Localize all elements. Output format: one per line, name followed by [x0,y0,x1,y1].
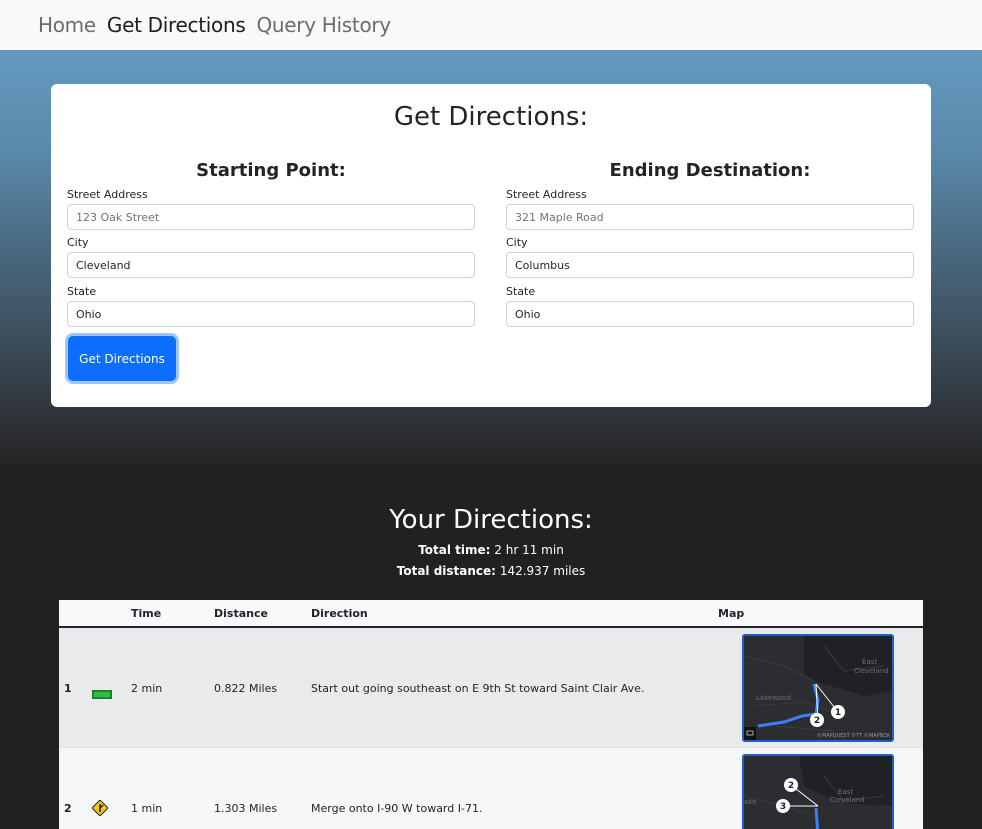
step-time: 1 min [131,802,163,815]
step-direction: Start out going southeast on E 9th St to… [311,682,645,695]
step-time: 2 min [131,682,163,695]
map-label: Cleveland [854,667,889,675]
ending-destination-heading: Ending Destination: [609,160,811,181]
nav-query-history[interactable]: Query History [256,13,391,37]
total-distance: Total distance: 142.937 miles [0,564,982,578]
total-distance-label: Total distance: [396,564,496,578]
step-map-thumbnail[interactable]: East Cleveland Lakewood 1 2 ©MAPQUEST ©T… [742,634,894,742]
total-distance-value: 142.937 miles [499,564,586,578]
navbar: Home Get Directions Query History [0,0,982,50]
start-street-input[interactable] [67,204,475,230]
start-street-label: Street Address [67,188,148,201]
directions-form-card: Get Directions: Starting Point: Street A… [51,84,931,407]
step-direction: Merge onto I-90 W toward I-71. [311,802,483,815]
starting-point-heading: Starting Point: [196,160,346,181]
end-city-input[interactable] [506,252,914,278]
total-time-label: Total time: [418,543,491,557]
step-number: 2 [64,802,72,815]
starting-point-section: Starting Point: Street Address City Stat… [67,160,475,330]
nav-home[interactable]: Home [38,13,96,37]
end-state-label: State [506,285,536,298]
total-time: Total time: 2 hr 11 min [0,543,982,557]
header-map: Map [718,607,745,620]
header-time: Time [131,607,162,620]
end-street-input[interactable] [506,204,914,230]
highway-merge-sign-icon [91,799,109,820]
start-city-input[interactable] [67,252,475,278]
header-direction: Direction [311,607,368,620]
form-title: Get Directions: [393,102,589,132]
table-row: 2 1 min 1.303 Miles Merge onto I-90 W to… [59,748,923,829]
step-distance: 0.822 Miles [214,682,278,695]
table-header: Time Distance Direction Map [59,600,923,628]
ending-destination-section: Ending Destination: Street Address City … [506,160,914,330]
map-label: Lakewood [756,694,791,702]
start-state-input[interactable] [67,301,475,327]
step-number: 1 [64,682,72,695]
get-directions-button[interactable]: Get Directions [68,336,176,381]
start-state-label: State [67,285,97,298]
step-map-thumbnail[interactable]: East Cleveland ake 2 3 [742,754,894,829]
map-label: East [838,788,853,796]
total-time-value: 2 hr 11 min [494,543,564,557]
step-distance: 1.303 Miles [214,802,278,815]
start-city-label: City [67,236,89,249]
header-distance: Distance [214,607,268,620]
end-state-input[interactable] [506,301,914,327]
table-row: 1 2 min 0.822 Miles Start out going sout… [59,628,923,748]
map-label: East [862,658,877,666]
map-credit: ©MAPQUEST ©TT ©MAPBOX [817,732,891,739]
map-marker-label: 1 [835,708,841,718]
nav-get-directions[interactable]: Get Directions [107,13,246,37]
map-label: ake [744,798,756,806]
end-street-label: Street Address [506,188,587,201]
results-title: Your Directions: [389,505,593,535]
start-sign-icon [91,684,113,703]
map-marker-label: 2 [814,716,820,726]
end-city-label: City [506,236,528,249]
map-marker-label: 3 [780,802,786,812]
directions-table: Time Distance Direction Map 1 2 min 0.82… [59,600,923,829]
map-marker-label: 2 [788,781,794,791]
map-label: Cleveland [830,796,865,804]
